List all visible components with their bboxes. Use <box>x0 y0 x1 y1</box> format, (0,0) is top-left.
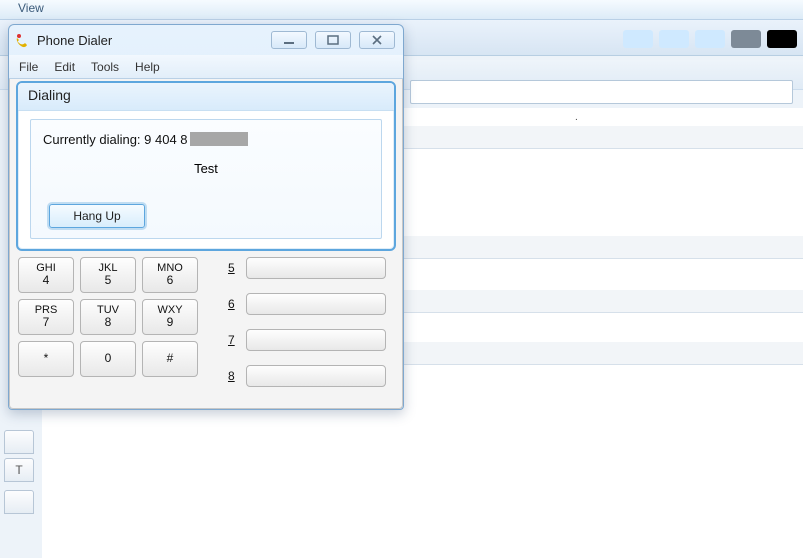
key-6[interactable]: MNO6 <box>142 257 198 293</box>
speed-dial-6-button[interactable] <box>246 293 386 315</box>
phone-icon <box>15 32 31 48</box>
bg-menu-view[interactable]: View <box>18 1 44 15</box>
close-button[interactable] <box>359 31 395 49</box>
key-digit: 0 <box>105 352 112 365</box>
background-menu: View <box>0 0 803 20</box>
speed-dial-7-button[interactable] <box>246 329 386 351</box>
speed-dial-number: 6 <box>228 297 238 311</box>
speed-dial-row: 7 <box>228 329 386 351</box>
dialing-body: Currently dialing: 9 404 8 Test Hang Up <box>30 119 382 239</box>
key-8[interactable]: TUV8 <box>80 299 136 335</box>
dialing-status-line: Currently dialing: 9 404 8 <box>43 132 369 147</box>
key-star[interactable]: * <box>18 341 74 377</box>
minimize-button[interactable] <box>271 31 307 49</box>
key-digit: 4 <box>43 274 50 287</box>
speed-dial-row: 8 <box>228 365 386 387</box>
currently-dialing-label: Currently dialing: <box>43 132 144 147</box>
key-digit: * <box>44 352 49 365</box>
window-title: Phone Dialer <box>37 33 271 48</box>
keypad: GHI4 JKL5 MNO6 PRS7 TUV8 WXY9 * 0 # <box>18 257 198 377</box>
key-hash[interactable]: # <box>142 341 198 377</box>
titlebar[interactable]: Phone Dialer <box>9 25 403 55</box>
speed-dial-row: 6 <box>228 293 386 315</box>
dialing-number: 9 404 8 <box>144 132 187 147</box>
key-digit: 7 <box>43 316 50 329</box>
key-digit: 6 <box>167 274 174 287</box>
key-5[interactable]: JKL5 <box>80 257 136 293</box>
background-dot: . <box>575 112 578 123</box>
dialing-dialog: Dialing Currently dialing: 9 404 8 Test … <box>16 81 396 251</box>
background-input[interactable] <box>410 80 793 104</box>
maximize-button[interactable] <box>315 31 351 49</box>
menu-file[interactable]: File <box>19 60 38 74</box>
redacted-number <box>190 132 248 146</box>
menu-edit[interactable]: Edit <box>54 60 75 74</box>
phone-dialer-window: Phone Dialer File Edit Tools Help Dialin… <box>8 24 404 410</box>
speed-dial-number: 5 <box>228 261 238 275</box>
menubar: File Edit Tools Help <box>9 55 403 79</box>
key-9[interactable]: WXY9 <box>142 299 198 335</box>
dialing-contact: Test <box>43 161 369 176</box>
key-4[interactable]: GHI4 <box>18 257 74 293</box>
key-0[interactable]: 0 <box>80 341 136 377</box>
hang-up-button[interactable]: Hang Up <box>49 204 145 228</box>
bg-chip <box>731 30 761 48</box>
side-tab[interactable] <box>4 430 34 454</box>
side-tab-t[interactable]: T <box>4 458 34 482</box>
key-digit: 9 <box>167 316 174 329</box>
speed-dial-8-button[interactable] <box>246 365 386 387</box>
key-digit: 5 <box>105 274 112 287</box>
dialing-heading: Dialing <box>18 83 394 111</box>
speed-dial-number: 8 <box>228 369 238 383</box>
bg-chip <box>623 30 653 48</box>
key-digit: 8 <box>105 316 112 329</box>
speed-dial-list: 5 6 7 8 <box>228 257 386 387</box>
client-area: Dialing Currently dialing: 9 404 8 Test … <box>9 79 403 409</box>
bg-chip <box>695 30 725 48</box>
side-tab-label: T <box>15 463 22 477</box>
menu-tools[interactable]: Tools <box>91 60 119 74</box>
key-7[interactable]: PRS7 <box>18 299 74 335</box>
side-tab[interactable] <box>4 490 34 514</box>
speed-dial-row: 5 <box>228 257 386 279</box>
bg-chip <box>659 30 689 48</box>
key-digit: # <box>167 352 174 365</box>
speed-dial-5-button[interactable] <box>246 257 386 279</box>
speed-dial-number: 7 <box>228 333 238 347</box>
menu-help[interactable]: Help <box>135 60 160 74</box>
bg-chip <box>767 30 797 48</box>
